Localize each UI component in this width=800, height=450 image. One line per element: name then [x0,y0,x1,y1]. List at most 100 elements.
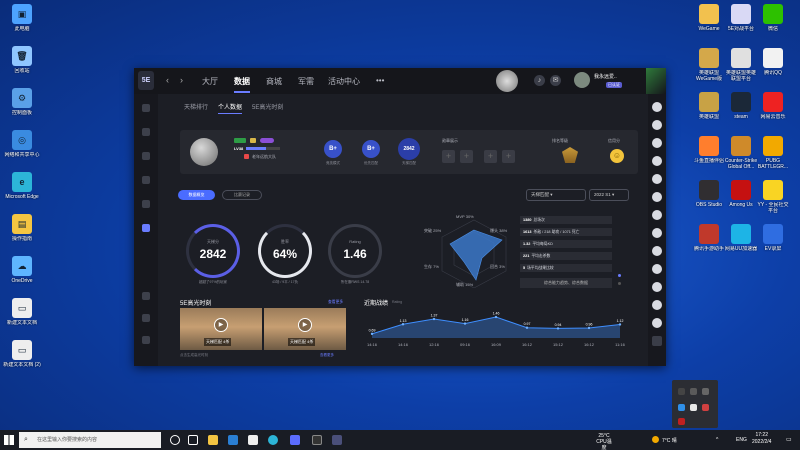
friend-avatar[interactable] [652,282,662,292]
desktop-icon[interactable]: YY - 全民社交平台 [756,180,790,214]
friend-avatar[interactable] [652,138,662,148]
desktop-icon[interactable]: ▣ 此电脑 [0,4,44,32]
desktop-icon[interactable]: 🗑 回收站 [0,46,44,74]
subtab-highlights[interactable]: 5E高光时刻 [252,102,283,111]
app-logo[interactable]: 5E [138,71,154,90]
pager-dot[interactable] [618,274,621,277]
file-explorer-icon[interactable] [208,435,218,445]
season-select[interactable]: 2022 S1 ▾ [589,189,629,201]
desktop-icon[interactable]: EV录屏 [756,224,790,252]
highlights-footer-link[interactable]: 查看更多 [320,353,334,358]
desktop-icon[interactable]: 网易UU加速器 [724,224,758,252]
security-icon[interactable] [248,435,258,445]
subtab-ladder[interactable]: 天梯排行 [184,102,208,111]
tray-app-icon[interactable] [702,404,709,411]
medal-slot[interactable]: + [460,150,473,163]
subtab-personal[interactable]: 个人数据 [218,102,243,114]
tray-app-icon[interactable] [678,404,685,411]
tab-supplies[interactable]: 军需 [298,76,314,87]
desktop-icon[interactable]: 斗鱼直播伴侣 [692,136,726,164]
tray-app-icon[interactable] [678,418,685,425]
highlight-video[interactable]: ▶ 天梯匹配 4杀 [264,308,346,350]
sidebar-search-icon[interactable] [142,292,150,300]
team-name[interactable]: 老年远航大队 [252,154,276,160]
sidebar-puzzle-icon[interactable] [142,176,150,184]
window-controls[interactable] [646,68,666,94]
desktop-icon[interactable]: 腾讯QQ [756,48,790,76]
sidebar-gift-icon[interactable] [142,336,150,344]
tray-app-icon[interactable] [678,388,685,395]
desktop-icon[interactable]: Among Us [724,180,758,208]
tab-events[interactable]: 活动中心 [328,76,360,87]
friend-avatar[interactable] [652,264,662,274]
friend-avatar[interactable] [652,228,662,238]
trend-button[interactable]: 综合能力趋势、综合数据 [520,278,612,288]
tray-app-icon[interactable] [690,388,697,395]
chart-point[interactable] [618,323,622,326]
friend-avatar[interactable] [652,210,662,220]
chart-point[interactable] [556,327,560,330]
desktop-icon[interactable]: 网易云音乐 [756,92,790,120]
app-taskbar-icon[interactable] [290,435,300,445]
edge-icon[interactable] [268,435,278,445]
tab-store[interactable]: 商城 [266,76,282,87]
friend-avatar[interactable] [652,156,662,166]
desktop-icon[interactable]: steam [724,92,758,120]
tray-app-icon[interactable] [690,404,697,411]
desktop-icon[interactable]: 英雄联盟英雄联盟平台 [724,48,758,82]
sidebar-data-icon[interactable] [142,224,150,232]
friend-avatar[interactable] [652,246,662,256]
tray-app-icon[interactable] [702,388,709,395]
medal-slot[interactable]: + [442,150,455,163]
chart-point[interactable] [587,326,591,330]
5e-taskbar-icon[interactable] [332,435,342,445]
mode-select[interactable]: 天梯匹配 ▾ [526,189,586,201]
notification-icon[interactable]: ▭ [786,436,792,443]
play-icon[interactable]: ▶ [214,318,228,332]
medal-slot[interactable]: + [484,150,497,163]
chart-point[interactable] [401,323,405,326]
desktop-icon[interactable]: ▭ 新建文本文档 (2) [0,340,44,368]
chat-icon[interactable] [652,336,662,346]
friend-avatar[interactable] [652,192,662,202]
sidebar-swords-icon[interactable] [142,152,150,160]
history-button[interactable]: 比赛记录 [222,190,262,200]
desktop-icon[interactable]: OBS Studio [692,180,726,208]
play-icon[interactable]: ▶ [298,318,312,332]
desktop-icon[interactable]: 微信 [756,4,790,32]
desktop-icon[interactable]: 5E对战平台 [724,4,758,32]
more-menu[interactable]: ••• [376,76,384,85]
desktop-icon[interactable]: ⚙ 控制面板 [0,88,44,116]
desktop-icon[interactable]: PUBG BATTLEGR... [756,136,790,170]
search-input[interactable]: ⌕ 在这里输入你要搜索的内容 [19,432,161,448]
overview-button[interactable]: 数据概览 [178,190,215,200]
desktop-icon[interactable]: e Microsoft Edge [0,172,44,200]
weather-text[interactable]: 7°C 晴 [662,437,677,444]
forward-button[interactable]: › [180,75,183,85]
chart-point[interactable] [432,317,436,321]
back-button[interactable]: ‹ [166,75,169,85]
sidebar-wifi-icon[interactable] [142,200,150,208]
sidebar-home-icon[interactable] [142,104,150,112]
highlights-more-link[interactable]: 查看更多 [328,300,343,305]
chart-point[interactable] [525,326,529,329]
bell-icon[interactable]: ♪ [534,75,545,86]
desktop-icon[interactable]: 腾讯手游助手 [692,224,726,252]
obs-taskbar-icon[interactable] [312,435,322,445]
pager-dot[interactable] [618,282,621,285]
mail-icon[interactable]: ✉ [550,75,561,86]
chart-point[interactable] [463,322,467,325]
sidebar-shield-icon[interactable] [142,128,150,136]
desktop-icon[interactable]: ◎ 网络和共享中心 [0,130,44,158]
avatar[interactable] [574,72,590,88]
cortana-icon[interactable] [170,435,180,445]
desktop-icon[interactable]: ▭ 新建文本文档 [0,298,44,326]
friend-avatar[interactable] [652,318,662,328]
task-view-icon[interactable] [188,435,198,445]
username[interactable]: 我永远爱.. [594,73,617,80]
clock[interactable]: 17:22 2022/2/4 [752,432,771,446]
chart-point[interactable] [370,332,374,336]
desktop-icon[interactable]: 英雄联盟WeGame版 [692,48,726,82]
friend-avatar[interactable] [652,120,662,130]
chart-point[interactable] [494,315,498,319]
